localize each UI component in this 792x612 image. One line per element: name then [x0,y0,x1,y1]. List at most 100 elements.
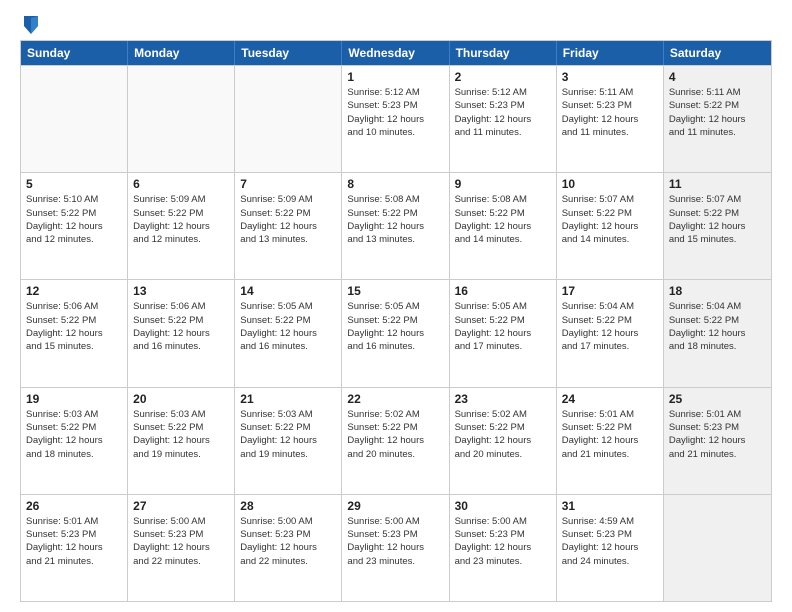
day-number: 31 [562,499,658,513]
day-number: 17 [562,284,658,298]
day-info: Sunrise: 5:05 AM Sunset: 5:22 PM Dayligh… [347,300,443,353]
day-info: Sunrise: 5:08 AM Sunset: 5:22 PM Dayligh… [455,193,551,246]
day-info: Sunrise: 5:09 AM Sunset: 5:22 PM Dayligh… [240,193,336,246]
day-number: 1 [347,70,443,84]
day-info: Sunrise: 5:01 AM Sunset: 5:22 PM Dayligh… [562,408,658,461]
day-number: 5 [26,177,122,191]
day-info: Sunrise: 5:02 AM Sunset: 5:22 PM Dayligh… [455,408,551,461]
calendar-cell-day-10: 10Sunrise: 5:07 AM Sunset: 5:22 PM Dayli… [557,173,664,279]
day-number: 26 [26,499,122,513]
weekday-header-tuesday: Tuesday [235,41,342,65]
day-info: Sunrise: 5:03 AM Sunset: 5:22 PM Dayligh… [133,408,229,461]
day-info: Sunrise: 5:07 AM Sunset: 5:22 PM Dayligh… [669,193,766,246]
calendar-cell-day-1: 1 Sunrise: 5:12 AM Sunset: 5:23 PM Daylig… [342,66,449,172]
day-number: 3 [562,70,658,84]
day-info: Sunrise: 5:05 AM Sunset: 5:22 PM Dayligh… [240,300,336,353]
calendar-cell-day-23: 23Sunrise: 5:02 AM Sunset: 5:22 PM Dayli… [450,388,557,494]
day-number: 15 [347,284,443,298]
day-info: Sunrise: 5:12 AM Sunset: 5:23 PM Dayligh… [455,86,551,139]
calendar-cell-day-20: 20Sunrise: 5:03 AM Sunset: 5:22 PM Dayli… [128,388,235,494]
day-info: Sunrise: 5:09 AM Sunset: 5:22 PM Dayligh… [133,193,229,246]
day-number: 16 [455,284,551,298]
calendar-cell-day-3: 3 Sunrise: 5:11 AM Sunset: 5:23 PM Daylig… [557,66,664,172]
day-number: 29 [347,499,443,513]
calendar-cell-day-16: 16 Sunrise: 5:05 AM Sunset: 5:22 PM Dayli… [450,280,557,386]
calendar-cell-day-24: 24Sunrise: 5:01 AM Sunset: 5:22 PM Dayli… [557,388,664,494]
page: SundayMondayTuesdayWednesdayThursdayFrid… [0,0,792,612]
calendar-cell-day-15: 15 Sunrise: 5:05 AM Sunset: 5:22 PM Dayli… [342,280,449,386]
day-info: Sunrise: 5:10 AM Sunset: 5:22 PM Dayligh… [26,193,122,246]
logo-icon [22,14,40,36]
calendar-cell-day-13: 13 Sunrise: 5:06 AM Sunset: 5:22 PM Dayli… [128,280,235,386]
day-info: Sunrise: 5:07 AM Sunset: 5:22 PM Dayligh… [562,193,658,246]
calendar-cell-empty [128,66,235,172]
calendar-cell-day-22: 22Sunrise: 5:02 AM Sunset: 5:22 PM Dayli… [342,388,449,494]
calendar-cell-day-4: 4 Sunrise: 5:11 AM Sunset: 5:22 PM Daylig… [664,66,771,172]
calendar-cell-empty [664,495,771,601]
weekday-header-monday: Monday [128,41,235,65]
day-number: 30 [455,499,551,513]
day-info: Sunrise: 5:00 AM Sunset: 5:23 PM Dayligh… [133,515,229,568]
day-info: Sunrise: 5:11 AM Sunset: 5:22 PM Dayligh… [669,86,766,139]
day-info: Sunrise: 5:05 AM Sunset: 5:22 PM Dayligh… [455,300,551,353]
day-info: Sunrise: 5:01 AM Sunset: 5:23 PM Dayligh… [26,515,122,568]
day-info: Sunrise: 5:00 AM Sunset: 5:23 PM Dayligh… [240,515,336,568]
calendar-row-2: 5 Sunrise: 5:10 AM Sunset: 5:22 PM Daylig… [21,172,771,279]
calendar-cell-day-29: 29Sunrise: 5:00 AM Sunset: 5:23 PM Dayli… [342,495,449,601]
day-info: Sunrise: 5:00 AM Sunset: 5:23 PM Dayligh… [455,515,551,568]
day-number: 19 [26,392,122,406]
calendar-cell-day-8: 8Sunrise: 5:08 AM Sunset: 5:22 PM Daylig… [342,173,449,279]
day-number: 22 [347,392,443,406]
day-info: Sunrise: 5:04 AM Sunset: 5:22 PM Dayligh… [562,300,658,353]
day-number: 4 [669,70,766,84]
calendar-cell-day-14: 14Sunrise: 5:05 AM Sunset: 5:22 PM Dayli… [235,280,342,386]
calendar-body: 1 Sunrise: 5:12 AM Sunset: 5:23 PM Daylig… [21,65,771,601]
calendar-cell-day-6: 6Sunrise: 5:09 AM Sunset: 5:22 PM Daylig… [128,173,235,279]
day-number: 2 [455,70,551,84]
weekday-header-friday: Friday [557,41,664,65]
calendar-cell-day-18: 18Sunrise: 5:04 AM Sunset: 5:22 PM Dayli… [664,280,771,386]
weekday-header-saturday: Saturday [664,41,771,65]
day-number: 9 [455,177,551,191]
weekday-header-thursday: Thursday [450,41,557,65]
calendar-row-3: 12Sunrise: 5:06 AM Sunset: 5:22 PM Dayli… [21,279,771,386]
day-info: Sunrise: 5:11 AM Sunset: 5:23 PM Dayligh… [562,86,658,139]
day-info: Sunrise: 5:08 AM Sunset: 5:22 PM Dayligh… [347,193,443,246]
calendar-header: SundayMondayTuesdayWednesdayThursdayFrid… [21,41,771,65]
day-number: 7 [240,177,336,191]
calendar-row-5: 26 Sunrise: 5:01 AM Sunset: 5:23 PM Dayli… [21,494,771,601]
calendar-cell-empty [21,66,128,172]
calendar-cell-day-5: 5 Sunrise: 5:10 AM Sunset: 5:22 PM Daylig… [21,173,128,279]
day-number: 11 [669,177,766,191]
day-number: 21 [240,392,336,406]
calendar-cell-day-28: 28 Sunrise: 5:00 AM Sunset: 5:23 PM Dayli… [235,495,342,601]
header [20,18,772,32]
day-number: 13 [133,284,229,298]
calendar-cell-day-11: 11 Sunrise: 5:07 AM Sunset: 5:22 PM Dayli… [664,173,771,279]
calendar-cell-day-31: 31 Sunrise: 4:59 AM Sunset: 5:23 PM Dayli… [557,495,664,601]
calendar-cell-day-12: 12Sunrise: 5:06 AM Sunset: 5:22 PM Dayli… [21,280,128,386]
day-info: Sunrise: 5:03 AM Sunset: 5:22 PM Dayligh… [240,408,336,461]
calendar-cell-day-7: 7 Sunrise: 5:09 AM Sunset: 5:22 PM Daylig… [235,173,342,279]
day-number: 18 [669,284,766,298]
day-info: Sunrise: 5:01 AM Sunset: 5:23 PM Dayligh… [669,408,766,461]
calendar-row-4: 19 Sunrise: 5:03 AM Sunset: 5:22 PM Dayli… [21,387,771,494]
calendar-cell-day-21: 21 Sunrise: 5:03 AM Sunset: 5:22 PM Dayli… [235,388,342,494]
day-number: 27 [133,499,229,513]
logo [20,18,40,32]
day-info: Sunrise: 4:59 AM Sunset: 5:23 PM Dayligh… [562,515,658,568]
calendar-cell-day-17: 17 Sunrise: 5:04 AM Sunset: 5:22 PM Dayli… [557,280,664,386]
calendar-cell-day-30: 30 Sunrise: 5:00 AM Sunset: 5:23 PM Dayli… [450,495,557,601]
day-info: Sunrise: 5:06 AM Sunset: 5:22 PM Dayligh… [133,300,229,353]
calendar-row-1: 1 Sunrise: 5:12 AM Sunset: 5:23 PM Daylig… [21,65,771,172]
calendar-cell-empty [235,66,342,172]
day-number: 28 [240,499,336,513]
calendar-cell-day-27: 27 Sunrise: 5:00 AM Sunset: 5:23 PM Dayli… [128,495,235,601]
day-number: 25 [669,392,766,406]
day-info: Sunrise: 5:06 AM Sunset: 5:22 PM Dayligh… [26,300,122,353]
day-info: Sunrise: 5:12 AM Sunset: 5:23 PM Dayligh… [347,86,443,139]
calendar: SundayMondayTuesdayWednesdayThursdayFrid… [20,40,772,602]
weekday-header-wednesday: Wednesday [342,41,449,65]
calendar-cell-day-19: 19Sunrise: 5:03 AM Sunset: 5:22 PM Dayli… [21,388,128,494]
calendar-cell-day-2: 2 Sunrise: 5:12 AM Sunset: 5:23 PM Daylig… [450,66,557,172]
